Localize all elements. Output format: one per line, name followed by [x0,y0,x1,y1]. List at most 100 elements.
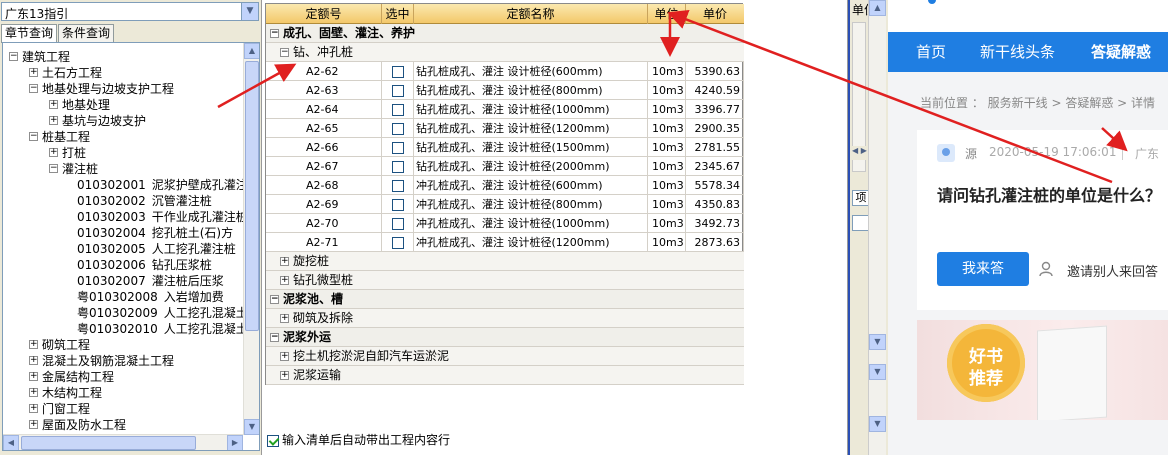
expand-icon[interactable]: + [280,256,289,266]
scroll-up-icon[interactable]: ▲ [869,0,886,16]
tree-node[interactable]: + 砌筑工程 [29,337,90,353]
auto-content-option[interactable]: 输入清单后自动带出工程内容行 [267,431,450,449]
table-row[interactable]: A2-63 钻孔桩成孔、灌注 设计桩径(800mm) 10m3 4240.59 [266,81,744,100]
auto-content-checkbox[interactable] [267,434,279,447]
expand-icon[interactable]: + [29,340,38,349]
row-select-checkbox[interactable] [391,161,404,173]
strip-vertical-scrollbar[interactable]: ▲ ▼ ▼ ▼ [868,0,886,455]
collapse-icon[interactable]: − [29,84,38,93]
cell-selected[interactable] [382,195,414,214]
table-row[interactable]: A2-64 钻孔桩成孔、灌注 设计桩径(1000mm) 10m3 3396.77 [266,100,744,119]
row-select-checkbox[interactable] [391,218,404,230]
expand-icon[interactable]: + [280,275,289,285]
expand-icon[interactable]: + [280,313,289,323]
tree-node[interactable]: + 木结构工程 [29,385,102,401]
table-row[interactable]: A2-70 冲孔桩成孔、灌注 设计桩径(1000mm) 10m3 3492.73 [266,214,744,233]
collapse-icon[interactable]: − [29,132,38,141]
group-row[interactable]: − 成孔、固壁、灌注、养护 [266,24,744,43]
row-select-checkbox[interactable] [391,66,404,78]
cell-selected[interactable] [382,62,414,81]
header-unit[interactable]: 单位 [648,4,686,24]
invite-link[interactable]: 邀请别人来回答 [1067,261,1158,280]
row-select-checkbox[interactable] [391,237,404,249]
expand-icon[interactable]: + [29,388,38,397]
table-row[interactable]: A2-66 钻孔桩成孔、灌注 设计桩径(1500mm) 10m3 2781.55 [266,138,744,157]
tree-node[interactable]: 010302007 灌注桩后压浆 [77,273,224,289]
scroll-up-icon[interactable]: ▲ [244,43,259,59]
tree-node[interactable]: 010302005 人工挖孔灌注桩 [77,241,236,257]
tree-node[interactable]: − 灌注桩 [49,161,98,177]
tab-chapter-query[interactable]: 章节查询 [1,24,58,43]
group-row[interactable]: − 泥浆外运 [266,328,744,347]
region-select[interactable]: 广东13指引 ▼ [1,2,259,21]
tree-vertical-scrollbar[interactable]: ▲ ▼ [243,43,259,435]
expand-icon[interactable]: + [49,148,58,157]
collapse-icon[interactable]: − [280,47,289,57]
chevron-down-icon[interactable]: ▼ [241,3,258,20]
cell-selected[interactable] [382,119,414,138]
collapse-icon[interactable]: − [270,332,279,342]
expand-icon[interactable]: + [29,404,38,413]
tree-node[interactable]: + 屋面及防水工程 [29,417,126,433]
tree-node[interactable]: 粤010302008 入岩增加费 [77,289,224,305]
collapse-icon[interactable]: − [9,52,18,61]
tree-node[interactable]: 粤010302010 人工挖孔混凝土 [77,321,248,337]
expand-icon[interactable]: + [29,372,38,381]
cell-selected[interactable] [382,100,414,119]
tree-node[interactable]: + 门窗工程 [29,401,90,417]
nav-home[interactable]: 首页 [916,32,946,72]
book-banner[interactable]: 好书 推荐 [917,320,1168,420]
tree-node[interactable]: − 地基处理与边坡支护工程 [29,81,174,97]
subgroup-row[interactable]: − 钻、冲孔桩 [266,43,744,62]
chevron-down-icon[interactable]: ▼ [869,364,886,380]
table-row[interactable]: A2-65 钻孔桩成孔、灌注 设计桩径(1200mm) 10m3 2900.35 [266,119,744,138]
scroll-left-icon[interactable]: ◀ [3,435,19,450]
expand-icon[interactable]: + [280,370,289,380]
answer-button[interactable]: 我来答 [937,252,1029,286]
tree-horizontal-scrollbar[interactable]: ◀ ▶ [3,434,243,450]
scroll-right-icon[interactable]: ▶ [227,435,243,450]
tree-node[interactable]: 010302002 沉管灌注桩 [77,193,212,209]
expand-icon[interactable]: + [49,116,58,125]
tree-node[interactable]: 010302003 干作业成孔灌注桩 [77,209,248,225]
cell-selected[interactable] [382,157,414,176]
tree-node[interactable]: − 建筑工程 [9,49,70,65]
table-row[interactable]: A2-71 冲孔桩成孔、灌注 设计桩径(1200mm) 10m3 2873.63 [266,233,744,252]
chevron-down-icon[interactable]: ▼ [869,334,886,350]
tree-node[interactable]: − 桩基工程 [29,129,90,145]
tree-node[interactable]: + 基坑与边坡支护 [49,113,146,129]
expand-icon[interactable]: + [29,68,38,77]
nav-qa[interactable]: 答疑解惑 [1091,32,1151,72]
collapse-icon[interactable]: − [270,28,279,38]
row-select-checkbox[interactable] [391,123,404,135]
scroll-thumb[interactable] [21,436,196,450]
row-select-checkbox[interactable] [391,142,404,154]
scroll-thumb[interactable] [245,61,259,331]
subgroup-row[interactable]: + 钻孔微型桩 [266,271,744,290]
tree-node[interactable]: 010302006 钻孔压浆桩 [77,257,212,273]
cell-selected[interactable] [382,176,414,195]
collapse-icon[interactable]: − [270,294,279,304]
tree-node[interactable]: + 金属结构工程 [29,369,114,385]
header-quota-code[interactable]: 定额号 [266,4,382,24]
row-select-checkbox[interactable] [391,199,404,211]
header-unit-price[interactable]: 单价 [686,4,744,24]
expand-icon[interactable]: + [49,100,58,109]
expand-icon[interactable]: + [280,351,289,361]
scroll-down-icon[interactable]: ▼ [244,419,259,435]
tab-condition-query[interactable]: 条件查询 [58,24,115,42]
row-select-checkbox[interactable] [391,104,404,116]
tree-node[interactable]: 010302004 挖孔桩土(石)方 [77,225,233,241]
tree-node[interactable]: + 土石方工程 [29,65,102,81]
cell-selected[interactable] [382,138,414,157]
tree-node[interactable]: + 混凝土及钢筋混凝土工程 [29,353,174,369]
tree-node[interactable]: 010302001 泥浆护壁成孔灌注 [77,177,248,193]
expand-icon[interactable]: + [29,420,38,429]
header-quota-name[interactable]: 定额名称 [414,4,648,24]
tree-node[interactable]: + 地基处理 [49,97,110,113]
subgroup-row[interactable]: + 旋挖桩 [266,252,744,271]
tree-node[interactable]: + 打桩 [49,145,86,161]
cell-selected[interactable] [382,81,414,100]
header-selected[interactable]: 选中 [382,4,414,24]
table-row[interactable]: A2-68 冲孔桩成孔、灌注 设计桩径(600mm) 10m3 5578.34 [266,176,744,195]
